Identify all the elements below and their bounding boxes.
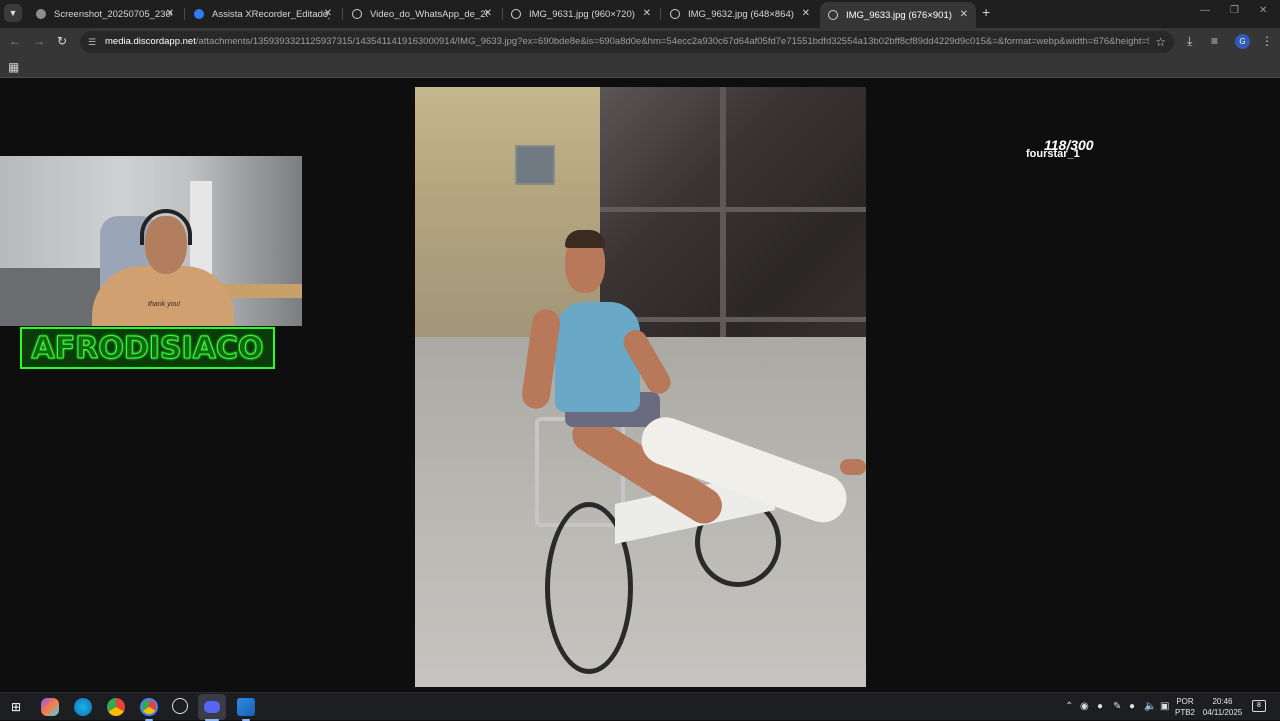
globe-icon: [828, 10, 838, 20]
microphone-icon[interactable]: ●: [1129, 701, 1135, 712]
globe-icon: [511, 9, 521, 19]
address-bar[interactable]: ☰ media.discordapp.net/attachments/13593…: [80, 31, 1174, 53]
close-window-icon[interactable]: ✕: [1259, 5, 1267, 16]
tab-img-9632[interactable]: IMG_9632.jpg (648×864) ✕: [662, 3, 818, 25]
windows-taskbar: ⊞ ⌃ ◉ ● ✎ ● 🔈 ▣ POR PTB2 20:46 04/11/202…: [0, 692, 1280, 721]
chevron-up-icon[interactable]: ⌃: [1065, 701, 1073, 712]
neon-banner-text: AFRODISIACO: [31, 330, 264, 366]
tab-title: IMG_9633.jpg (676×901): [846, 9, 952, 21]
browser-toolbar: ← → ↻ ☰ media.discordapp.net/attachments…: [0, 28, 1280, 56]
restore-icon[interactable]: ❐: [1230, 5, 1239, 16]
url-path: /attachments/1359393321125937315/1435411…: [195, 36, 1161, 47]
tab-strip: ▼ Screenshot_20250705_230643_ ✕ Assista …: [0, 0, 1280, 28]
close-icon[interactable]: ✕: [484, 8, 492, 19]
tab-xrecorder[interactable]: Assista XRecorder_Editado_202 ✕: [186, 3, 340, 25]
obs-icon[interactable]: [172, 698, 188, 714]
viewed-image[interactable]: [415, 87, 866, 687]
headset-icon: [140, 209, 192, 245]
language-code: POR: [1176, 697, 1194, 706]
bookmark-star-icon[interactable]: ☆: [1149, 31, 1166, 53]
notification-center-icon[interactable]: 8: [1252, 700, 1266, 712]
keyboard-layout: PTB2: [1175, 708, 1196, 717]
chrome-profile-icon[interactable]: [140, 698, 158, 716]
tab-title: IMG_9632.jpg (648×864): [688, 8, 794, 20]
globe-icon: [670, 9, 680, 19]
close-icon[interactable]: ✕: [324, 8, 332, 19]
close-icon[interactable]: ✕: [166, 8, 174, 19]
download-icon[interactable]: ⤓: [1187, 34, 1192, 49]
tab-img-9631[interactable]: IMG_9631.jpg (960×720) ✕: [503, 3, 659, 25]
close-icon[interactable]: ✕: [643, 8, 651, 19]
globe-icon: [352, 9, 362, 19]
person-hair: [565, 230, 605, 248]
copilot-icon[interactable]: [41, 698, 59, 716]
new-tab-button[interactable]: +: [982, 4, 990, 20]
blue-app-icon: [194, 9, 204, 19]
tab-title: IMG_9631.jpg (960×720): [529, 8, 635, 20]
close-icon[interactable]: ✕: [802, 8, 810, 19]
tab-whatsapp-video[interactable]: Video_do_WhatsApp_de_2025 ✕: [344, 3, 500, 25]
discord-tray-icon[interactable]: ●: [1097, 701, 1103, 712]
reload-icon[interactable]: ↻: [57, 34, 67, 48]
tab-search-button[interactable]: ▼: [4, 4, 22, 22]
profile-avatar[interactable]: G: [1235, 34, 1250, 49]
neon-banner: AFRODISIACO: [20, 327, 275, 369]
discord-icon: [204, 701, 220, 713]
photo-window: [515, 145, 555, 185]
clock-time: 20:46: [1212, 697, 1233, 706]
menu-kebab-icon[interactable]: ⋮: [1261, 34, 1273, 48]
webcam-overlay: thank you!: [0, 156, 302, 326]
apps-grid-icon[interactable]: ▦: [8, 60, 19, 74]
generic-page-icon: [36, 9, 46, 19]
bookmarks-bar: ▦: [0, 56, 1280, 78]
forward-icon[interactable]: →: [33, 34, 45, 48]
network-icon[interactable]: ▣: [1160, 701, 1169, 712]
tab-title: Assista XRecorder_Editado_202: [212, 8, 330, 20]
start-windows-icon[interactable]: ⊞: [7, 698, 25, 716]
clock-date: 04/11/2025: [1202, 708, 1243, 717]
shirt-text: thank you!: [148, 301, 181, 308]
pen-icon[interactable]: ✎: [1113, 701, 1121, 712]
tab-title: Video_do_WhatsApp_de_2025: [370, 8, 488, 20]
tab-img-9633[interactable]: IMG_9633.jpg (676×901) ✕: [820, 2, 976, 28]
edge-icon[interactable]: [74, 698, 92, 716]
url-host: media.discordapp.net: [105, 36, 196, 47]
tab-title: Screenshot_20250705_230643_: [54, 8, 172, 20]
paint-icon[interactable]: [237, 698, 255, 716]
person-foot: [840, 459, 866, 475]
media-queue-icon[interactable]: ≡: [1211, 34, 1218, 48]
site-info-icon[interactable]: ☰: [88, 31, 96, 53]
tab-screenshot[interactable]: Screenshot_20250705_230643_ ✕: [28, 3, 182, 25]
discord-taskbar-button[interactable]: [198, 694, 226, 720]
close-icon[interactable]: ✕: [960, 9, 968, 20]
streamer-body: [92, 266, 234, 326]
username-label: fourstar_1: [1026, 148, 1080, 160]
language-indicator[interactable]: POR PTB2: [1175, 696, 1195, 718]
system-clock[interactable]: 20:46 04/11/2025: [1200, 696, 1245, 718]
back-icon[interactable]: ←: [9, 34, 21, 48]
steam-icon[interactable]: ◉: [1080, 701, 1089, 712]
person-tanktop: [555, 302, 640, 412]
minimize-icon[interactable]: —: [1200, 5, 1210, 16]
speaker-icon[interactable]: 🔈: [1144, 701, 1156, 712]
chrome-icon[interactable]: [107, 698, 125, 716]
